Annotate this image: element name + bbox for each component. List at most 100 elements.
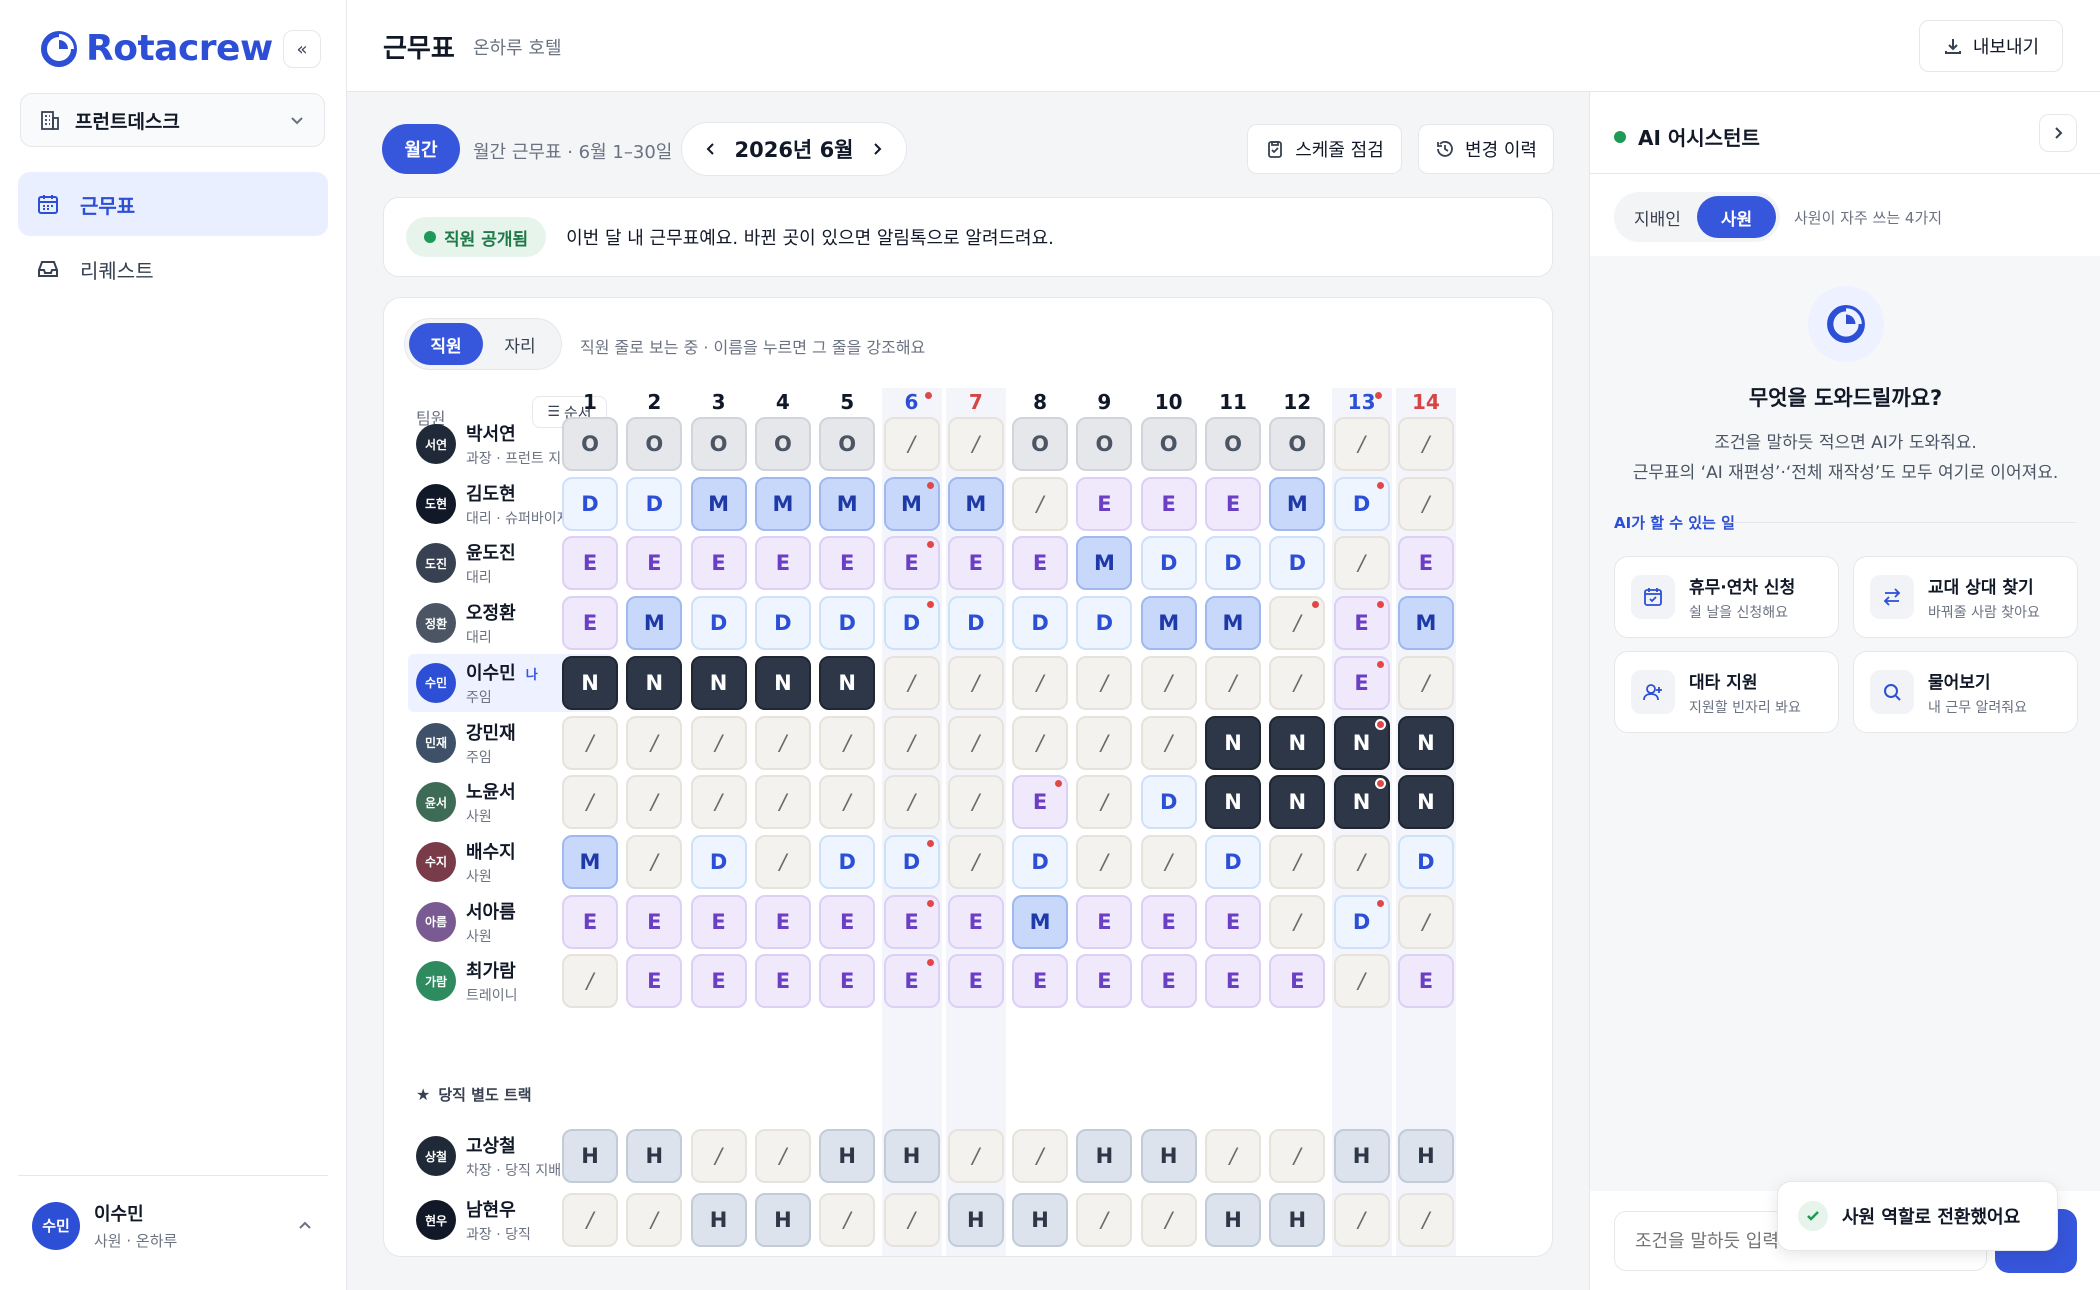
shift-cell[interactable]: / [690, 1129, 747, 1183]
shift-cell[interactable]: E [1333, 655, 1390, 710]
shift-cell[interactable]: M [883, 476, 940, 531]
shift-cell[interactable]: N [1333, 715, 1390, 770]
ai-action-cover-shift[interactable]: 대타 지원 지원할 빈자리 봐요 [1614, 651, 1839, 733]
shift-cell[interactable]: E [883, 536, 940, 591]
shift-cell[interactable]: / [1205, 1129, 1261, 1183]
shift-cell[interactable]: / [947, 655, 1004, 710]
shift-cell[interactable]: E [947, 536, 1004, 591]
shift-cell[interactable]: N [1269, 715, 1326, 770]
shift-cell[interactable]: / [754, 1129, 811, 1183]
shift-cell[interactable]: D [819, 596, 876, 651]
shift-cell[interactable]: H [819, 1129, 876, 1183]
shift-cell[interactable]: / [1269, 834, 1326, 889]
tab-seat[interactable]: 자리 [483, 323, 557, 365]
shift-cell[interactable]: N [819, 655, 876, 710]
shift-cell[interactable]: E [883, 954, 940, 1009]
shift-cell[interactable]: N [1205, 715, 1261, 770]
shift-cell[interactable]: D [1205, 536, 1261, 591]
shift-cell[interactable]: E [1333, 596, 1390, 651]
shift-cell[interactable]: M [1076, 536, 1133, 591]
shift-cell[interactable]: / [1333, 417, 1390, 471]
shift-cell[interactable]: D [1012, 834, 1069, 889]
shift-cell[interactable]: / [1012, 476, 1069, 531]
shift-cell[interactable]: / [1012, 655, 1069, 710]
shift-cell[interactable]: / [1269, 596, 1326, 651]
shift-cell[interactable]: / [1076, 775, 1133, 830]
shift-cell[interactable]: H [1205, 1193, 1261, 1247]
shift-cell[interactable]: N [1397, 715, 1454, 770]
shift-cell[interactable]: H [690, 1193, 747, 1247]
shift-cell[interactable]: M [562, 834, 618, 889]
shift-cell[interactable]: O [690, 417, 747, 471]
shift-cell[interactable]: / [562, 775, 618, 830]
shift-cell[interactable]: M [1012, 894, 1069, 949]
shift-cell[interactable]: E [754, 536, 811, 591]
shift-cell[interactable]: / [819, 1193, 876, 1247]
shift-cell[interactable]: / [1397, 476, 1454, 531]
shift-cell[interactable]: / [883, 715, 940, 770]
shift-cell[interactable]: / [626, 715, 683, 770]
shift-cell[interactable]: / [883, 1193, 940, 1247]
shift-cell[interactable]: D [690, 596, 747, 651]
logo[interactable]: Rotacrew [40, 28, 273, 69]
shift-cell[interactable]: M [819, 476, 876, 531]
shift-cell[interactable]: E [1205, 476, 1261, 531]
role-staff-tab[interactable]: 사원 [1697, 196, 1776, 238]
shift-cell[interactable]: H [562, 1129, 618, 1183]
shift-cell[interactable]: / [1397, 417, 1454, 471]
shift-cell[interactable]: / [754, 775, 811, 830]
shift-cell[interactable]: E [754, 894, 811, 949]
shift-cell[interactable]: / [1269, 655, 1326, 710]
shift-cell[interactable]: H [1397, 1129, 1454, 1183]
shift-cell[interactable]: H [1269, 1193, 1326, 1247]
shift-cell[interactable]: / [1140, 834, 1197, 889]
shift-cell[interactable]: N [562, 655, 618, 710]
shift-cell[interactable]: / [947, 775, 1004, 830]
shift-cell[interactable]: O [626, 417, 683, 471]
shift-cell[interactable]: E [1012, 536, 1069, 591]
shift-cell[interactable]: / [1333, 1193, 1390, 1247]
shift-cell[interactable]: D [1333, 894, 1390, 949]
shift-cell[interactable]: E [1397, 954, 1454, 1009]
shift-cell[interactable]: M [1397, 596, 1454, 651]
shift-cell[interactable]: E [562, 596, 618, 651]
shift-cell[interactable]: E [1140, 894, 1197, 949]
shift-cell[interactable]: M [626, 596, 683, 651]
shift-cell[interactable]: E [1012, 954, 1069, 1009]
shift-cell[interactable]: H [1012, 1193, 1069, 1247]
shift-cell[interactable]: E [1140, 954, 1197, 1009]
shift-cell[interactable]: E [562, 894, 618, 949]
shift-cell[interactable]: E [819, 894, 876, 949]
shift-cell[interactable]: E [819, 954, 876, 1009]
shift-cell[interactable]: D [1269, 536, 1326, 591]
shift-cell[interactable]: M [1140, 596, 1197, 651]
ai-action-leave-request[interactable]: 휴무·연차 신청 쉴 날을 신청해요 [1614, 556, 1839, 638]
shift-cell[interactable]: / [1333, 834, 1390, 889]
next-month-button[interactable] [868, 140, 886, 158]
shift-cell[interactable]: / [1012, 1129, 1069, 1183]
shift-cell[interactable]: N [690, 655, 747, 710]
shift-cell[interactable]: O [562, 417, 618, 471]
shift-cell[interactable]: O [1140, 417, 1197, 471]
schedule-check-button[interactable]: 스케줄 점검 [1247, 124, 1402, 174]
shift-cell[interactable]: / [1076, 715, 1133, 770]
sidebar-item-schedule[interactable]: 근무표 [18, 172, 328, 236]
shift-cell[interactable]: / [947, 417, 1004, 471]
collapse-sidebar-button[interactable]: « [283, 30, 321, 68]
change-history-button[interactable]: 변경 이력 [1418, 124, 1554, 174]
shift-cell[interactable]: E [1269, 954, 1326, 1009]
shift-cell[interactable]: / [883, 775, 940, 830]
shift-cell[interactable]: O [1012, 417, 1069, 471]
shift-cell[interactable]: M [690, 476, 747, 531]
shift-cell[interactable]: E [947, 894, 1004, 949]
shift-cell[interactable]: D [754, 596, 811, 651]
shift-cell[interactable]: E [1076, 894, 1133, 949]
shift-cell[interactable]: H [754, 1193, 811, 1247]
shift-cell[interactable]: / [1269, 894, 1326, 949]
shift-cell[interactable]: O [754, 417, 811, 471]
shift-cell[interactable]: E [690, 894, 747, 949]
shift-cell[interactable]: M [1269, 476, 1326, 531]
current-user-menu[interactable]: 수민 이수민 사원 · 온하루 [18, 1175, 328, 1275]
shift-cell[interactable]: / [883, 655, 940, 710]
shift-cell[interactable]: E [626, 894, 683, 949]
